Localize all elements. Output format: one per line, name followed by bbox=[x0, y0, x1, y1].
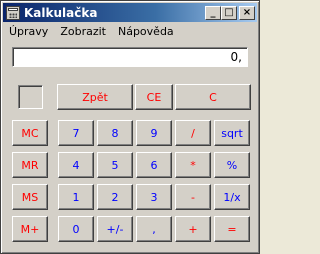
menu-upravy[interactable]: Úpravy bbox=[3, 23, 54, 41]
memory-store-button[interactable]: MS bbox=[12, 184, 48, 210]
sign-toggle-button[interactable]: +/- bbox=[97, 216, 133, 242]
subtract-button[interactable]: - bbox=[175, 184, 211, 210]
close-button[interactable]: × bbox=[239, 5, 255, 20]
menu-bar: Úpravy Zobrazit Nápověda bbox=[3, 23, 180, 41]
multiply-button[interactable]: * bbox=[175, 152, 211, 178]
minimize-button[interactable]: _ bbox=[205, 5, 221, 20]
digit-7-button[interactable]: 7 bbox=[58, 120, 94, 146]
backspace-button[interactable]: Zpět bbox=[57, 84, 133, 110]
digit-9-button[interactable]: 9 bbox=[136, 120, 172, 146]
sqrt-button[interactable]: sqrt bbox=[214, 120, 250, 146]
percent-button[interactable]: % bbox=[214, 152, 250, 178]
calculator-window: Kalkulačka _ □ × Úpravy Zobrazit Nápověd… bbox=[0, 0, 260, 254]
title-bar[interactable]: Kalkulačka _ □ × bbox=[3, 3, 257, 22]
decimal-button[interactable]: , bbox=[136, 216, 172, 242]
result-display: 0, bbox=[12, 47, 248, 67]
equals-button[interactable]: = bbox=[214, 216, 250, 242]
memory-recall-button[interactable]: MR bbox=[12, 152, 48, 178]
digit-0-button[interactable]: 0 bbox=[58, 216, 94, 242]
clear-button[interactable]: C bbox=[175, 84, 251, 110]
memory-indicator bbox=[18, 85, 43, 109]
reciprocal-button[interactable]: 1/x bbox=[214, 184, 250, 210]
digit-2-button[interactable]: 2 bbox=[97, 184, 133, 210]
digit-8-button[interactable]: 8 bbox=[97, 120, 133, 146]
menu-zobrazit[interactable]: Zobrazit bbox=[54, 23, 112, 41]
clear-entry-button[interactable]: CE bbox=[135, 84, 173, 110]
digit-5-button[interactable]: 5 bbox=[97, 152, 133, 178]
menu-napoveda[interactable]: Nápověda bbox=[112, 23, 180, 41]
maximize-button[interactable]: □ bbox=[221, 5, 237, 20]
memory-add-button[interactable]: M+ bbox=[12, 216, 48, 242]
digit-1-button[interactable]: 1 bbox=[58, 184, 94, 210]
add-button[interactable]: + bbox=[175, 216, 211, 242]
memory-clear-button[interactable]: MC bbox=[12, 120, 48, 146]
window-title: Kalkulačka bbox=[24, 5, 98, 20]
digit-4-button[interactable]: 4 bbox=[58, 152, 94, 178]
calculator-icon bbox=[6, 5, 20, 20]
divide-button[interactable]: / bbox=[175, 120, 211, 146]
digit-6-button[interactable]: 6 bbox=[136, 152, 172, 178]
digit-3-button[interactable]: 3 bbox=[136, 184, 172, 210]
